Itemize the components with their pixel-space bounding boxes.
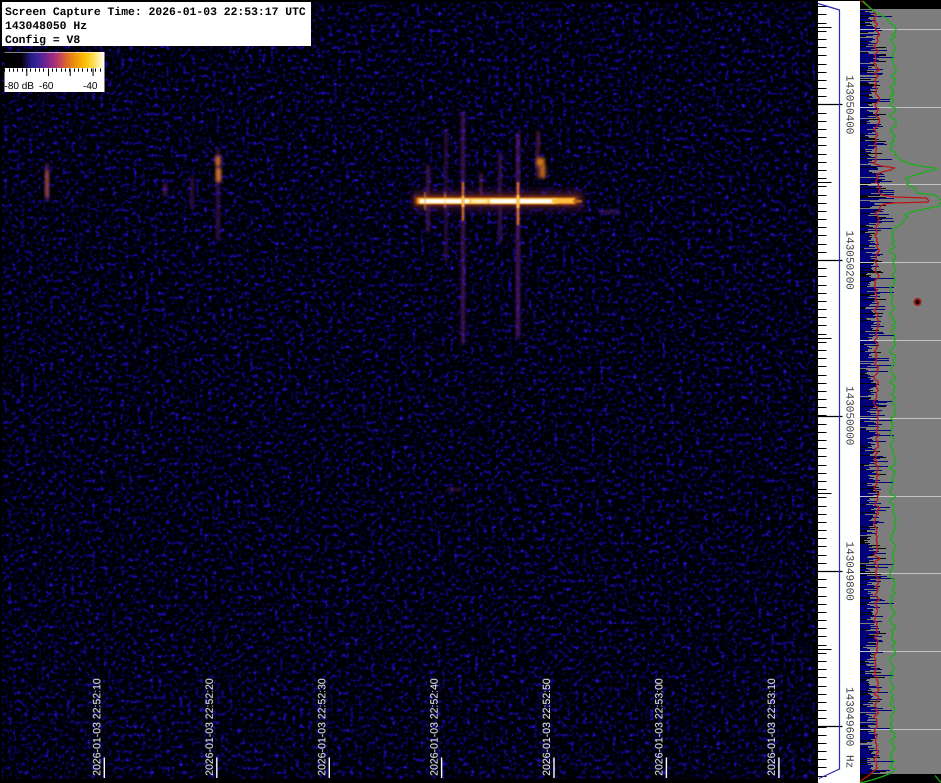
svg-text:143049800: 143049800 (843, 542, 855, 601)
svg-text:Config = V8: Config = V8 (5, 34, 80, 47)
svg-text:2026-01-03 22:53:10: 2026-01-03 22:53:10 (766, 678, 778, 776)
svg-text:2026-01-03 22:52:10: 2026-01-03 22:52:10 (91, 678, 103, 776)
svg-text:Hz: Hz (843, 755, 855, 768)
svg-text:2026-01-03 22:52:30: 2026-01-03 22:52:30 (316, 678, 328, 776)
svg-text:-40: -40 (83, 81, 98, 92)
svg-text:143050400: 143050400 (843, 75, 855, 134)
svg-text:2026-01-03 22:53:00: 2026-01-03 22:53:00 (653, 678, 665, 776)
svg-text:2026-01-03 22:52:50: 2026-01-03 22:52:50 (541, 678, 553, 776)
svg-text:143050000: 143050000 (843, 386, 855, 445)
svg-text:Screen Capture Time: 2026-01-0: Screen Capture Time: 2026-01-03 22:53:17… (5, 6, 306, 19)
svg-text:143048050 Hz: 143048050 Hz (5, 21, 87, 33)
svg-text:143050200: 143050200 (843, 231, 855, 290)
svg-text:-60: -60 (39, 81, 54, 92)
svg-text:2026-01-03 22:52:20: 2026-01-03 22:52:20 (204, 678, 216, 776)
svg-text:143049600: 143049600 (843, 687, 855, 746)
svg-text:2026-01-03 22:52:40: 2026-01-03 22:52:40 (429, 678, 441, 776)
svg-text:-80 dB: -80 dB (5, 81, 35, 92)
